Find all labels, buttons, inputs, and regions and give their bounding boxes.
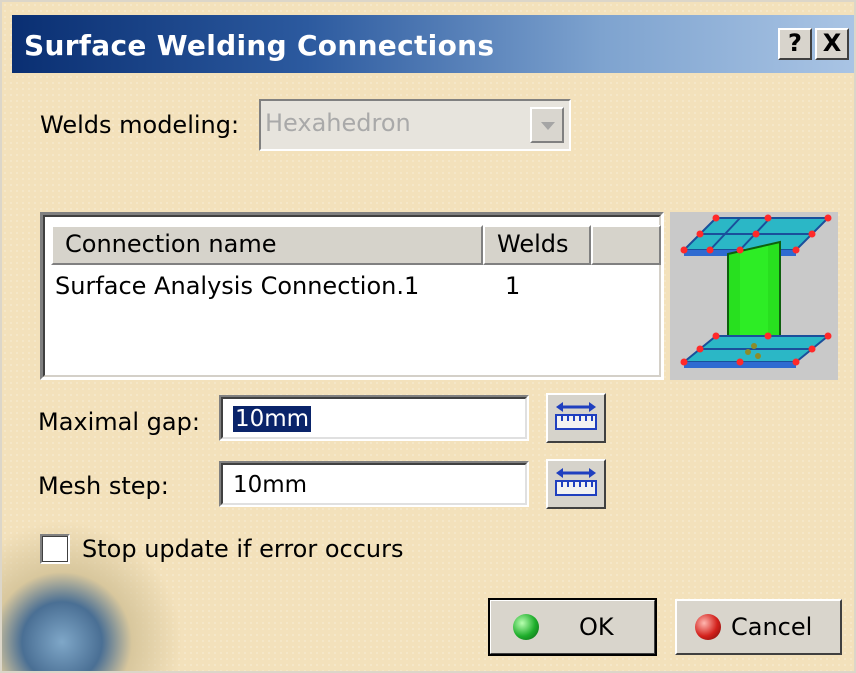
column-header-empty <box>591 225 661 265</box>
title-bar[interactable]: Surface Welding Connections ? X <box>12 15 854 73</box>
table-frame: Connection name Welds Surface Analysis C… <box>43 215 661 377</box>
column-header-connection-name[interactable]: Connection name <box>51 225 483 265</box>
table-row-connection-name[interactable]: Surface Analysis Connection.1 <box>55 272 419 300</box>
ok-button[interactable]: OK <box>488 598 657 656</box>
ok-label: OK <box>579 613 614 641</box>
welds-modeling-value: Hexahedron <box>265 109 411 137</box>
maximal-gap-frame: 10mm <box>221 397 527 439</box>
welds-modeling-label: Welds modeling: <box>40 111 240 139</box>
measure-ruler-icon <box>555 468 597 496</box>
maximal-gap-input[interactable]: 10mm <box>219 395 529 441</box>
maximal-gap-value: 10mm <box>233 406 312 432</box>
measure-ruler-icon <box>555 402 597 430</box>
table-row-welds[interactable]: 1 <box>505 272 520 300</box>
preview-graphic <box>680 214 832 368</box>
mesh-step-frame: 10mm <box>221 463 527 505</box>
red-ball-icon <box>695 614 721 640</box>
mesh-step-input[interactable]: 10mm <box>219 461 529 507</box>
chevron-down-icon[interactable] <box>530 107 564 143</box>
stop-update-label[interactable]: Stop update if error occurs <box>82 535 404 563</box>
dialog-title: Surface Welding Connections <box>24 29 495 62</box>
maximal-gap-label: Maximal gap: <box>38 408 200 436</box>
mesh-step-measure-button[interactable] <box>546 459 606 509</box>
welds-modeling-select[interactable]: Hexahedron <box>259 99 571 151</box>
i-beam-weld-preview-icon <box>670 212 838 380</box>
stop-update-checkbox[interactable] <box>40 534 70 564</box>
maximal-gap-measure-button[interactable] <box>546 393 606 443</box>
mesh-step-label: Mesh step: <box>38 472 169 500</box>
help-button[interactable]: ? <box>778 28 812 60</box>
cancel-button[interactable]: Cancel <box>675 599 842 655</box>
connections-table[interactable]: Connection name Welds Surface Analysis C… <box>40 212 664 380</box>
surface-welding-dialog: Surface Welding Connections ? X Welds mo… <box>0 0 856 673</box>
mesh-step-value: 10mm <box>233 472 308 498</box>
close-button[interactable]: X <box>815 28 849 60</box>
green-ball-icon <box>513 614 539 640</box>
cancel-label: Cancel <box>731 613 813 641</box>
column-header-welds[interactable]: Welds <box>483 225 591 265</box>
